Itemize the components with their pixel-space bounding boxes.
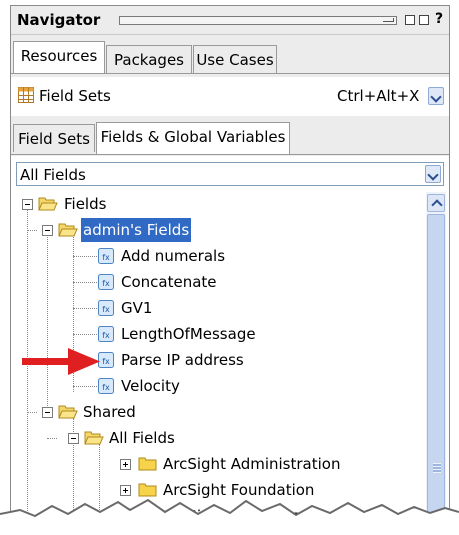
svg-text:fx: fx — [102, 279, 110, 288]
tab-field-sets[interactable]: Field Sets — [13, 124, 95, 152]
tab-fields-global-variables[interactable]: Fields & Global Variables — [96, 122, 290, 154]
help-icon[interactable]: ? — [435, 11, 443, 27]
variable-field-icon: fx — [98, 378, 114, 394]
title-bar[interactable]: Navigator ? — [11, 6, 449, 35]
tab-packages[interactable]: Packages — [106, 45, 192, 73]
torn-edge-decoration — [0, 498, 459, 535]
scroll-grip-icon — [433, 463, 441, 473]
svg-text:fx: fx — [102, 305, 110, 314]
tree-item-concatenate[interactable]: fx Concatenate — [16, 270, 416, 294]
tab-label: Resources — [20, 47, 98, 65]
filter-value: All Fields — [20, 166, 86, 184]
variable-field-icon: fx — [98, 274, 114, 290]
red-arrow-icon — [22, 348, 100, 375]
tree-label: LengthOfMessage — [121, 325, 256, 343]
tab-label: Field Sets — [18, 130, 90, 148]
collapse-toggle[interactable] — [68, 433, 79, 444]
svg-text:fx: fx — [102, 331, 110, 340]
tree-label: Fields — [64, 195, 107, 213]
collapse-toggle[interactable] — [42, 225, 53, 236]
tab-divider — [11, 154, 449, 155]
svg-text:fx: fx — [102, 383, 110, 392]
folder-open-icon — [38, 197, 58, 211]
svg-text:fx: fx — [102, 253, 110, 262]
field-tabs: Field Sets Fields & Global Variables — [11, 116, 449, 156]
folder-icon — [138, 457, 157, 471]
tree-label: Add numerals — [121, 247, 226, 265]
folder-open-icon — [84, 431, 104, 445]
navigator-panel: Navigator ? Resources Packages Use Cases… — [10, 5, 450, 525]
grid-table-icon — [18, 87, 34, 103]
vertical-scrollbar[interactable] — [426, 192, 446, 524]
tab-divider — [11, 73, 449, 74]
tab-resources[interactable]: Resources — [13, 41, 105, 73]
tree-item-gv1[interactable]: fx GV1 — [16, 296, 416, 320]
tree-node-arcsight-administration[interactable]: ArcSight Administration — [16, 452, 416, 476]
tree-item-lengthofmessage[interactable]: fx LengthOfMessage — [16, 322, 416, 346]
variable-field-icon: fx — [98, 326, 114, 342]
drag-grip[interactable] — [119, 16, 397, 25]
tab-use-cases[interactable]: Use Cases — [193, 45, 277, 73]
scroll-up-icon[interactable] — [427, 194, 445, 212]
scroll-thumb[interactable] — [427, 214, 445, 524]
tree-node-fields[interactable]: Fields — [16, 192, 416, 216]
shortcut-text: Ctrl+Alt+X — [337, 87, 420, 105]
tree-label: All Fields — [109, 429, 175, 447]
tree-label: ArcSight Administration — [163, 455, 341, 473]
tab-label: Fields & Global Variables — [100, 128, 286, 146]
tree-label: Concatenate — [121, 273, 217, 291]
tree-label: Velocity — [121, 377, 180, 395]
collapse-toggle[interactable] — [42, 407, 53, 418]
tree-label: GV1 — [121, 299, 153, 317]
variable-field-icon: fx — [98, 248, 114, 264]
filter-dropdown[interactable]: All Fields — [16, 162, 444, 186]
tab-label: Use Cases — [196, 51, 274, 69]
tree-item-add-numerals[interactable]: fx Add numerals — [16, 244, 416, 268]
tab-label: Packages — [114, 51, 184, 69]
folder-open-icon — [58, 223, 78, 237]
resource-type-selector[interactable]: Field Sets Ctrl+Alt+X — [11, 78, 449, 114]
collapse-toggle[interactable] — [22, 199, 33, 210]
maximize-icon[interactable] — [419, 15, 429, 25]
variable-field-icon: fx — [98, 300, 114, 316]
minimize-icon[interactable] — [405, 15, 415, 25]
tree-label-selected: admin's Fields — [81, 218, 192, 242]
tree-label: Parse IP address — [121, 351, 244, 369]
panel-title: Navigator — [17, 11, 101, 29]
tree-node-all-fields[interactable]: All Fields — [16, 426, 416, 450]
svg-text:fx: fx — [102, 357, 110, 366]
tree-node-admins-fields[interactable]: admin's Fields — [16, 218, 416, 242]
resource-type-label: Field Sets — [39, 87, 111, 105]
chevron-down-icon[interactable] — [428, 87, 444, 105]
folder-open-icon — [58, 405, 78, 419]
tree-label: Shared — [83, 403, 136, 421]
resource-tabs: Resources Packages Use Cases — [11, 35, 449, 77]
tree-node-shared[interactable]: Shared — [16, 400, 416, 424]
chevron-down-icon[interactable] — [425, 165, 441, 183]
expand-toggle[interactable] — [120, 459, 131, 470]
tree-item-velocity[interactable]: fx Velocity — [16, 374, 416, 398]
